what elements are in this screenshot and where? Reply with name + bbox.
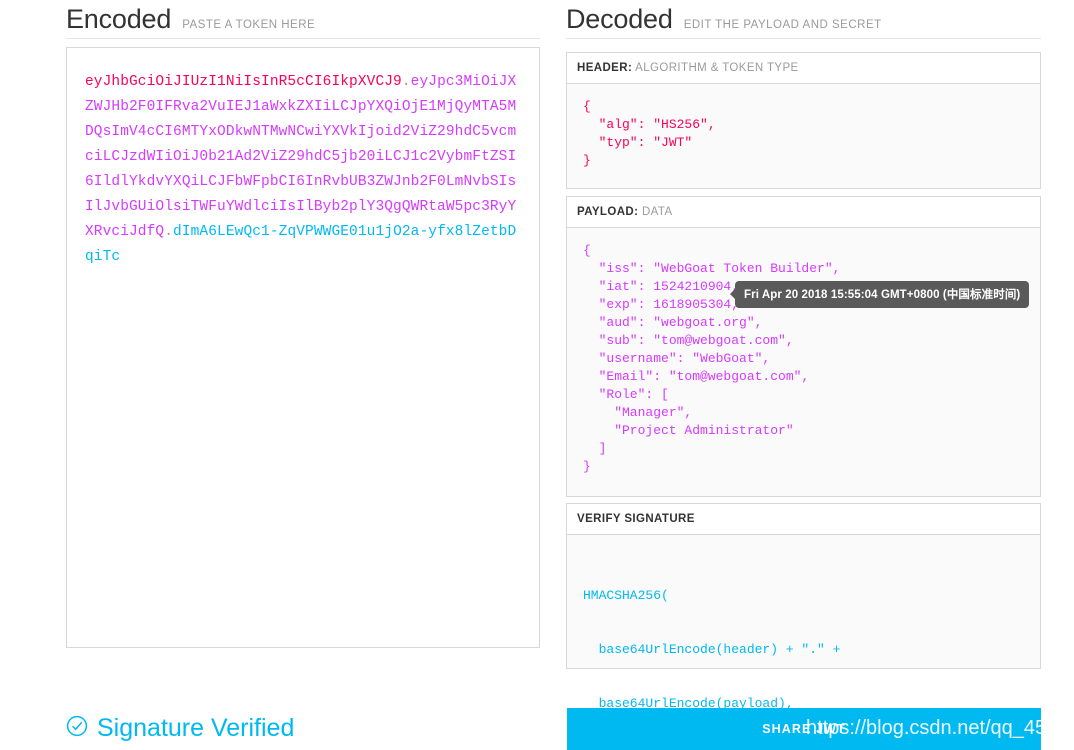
- encoded-title: Encoded: [66, 4, 172, 34]
- signature-panel-label: VERIFY SIGNATURE: [567, 504, 1040, 535]
- signature-panel-label-strong: VERIFY SIGNATURE: [577, 513, 695, 525]
- share-jwt-button[interactable]: SHARE JWT: [567, 708, 1041, 750]
- decoded-title: Decoded: [566, 4, 673, 34]
- header-panel-label-muted: ALGORITHM & TOKEN TYPE: [635, 62, 799, 74]
- signature-status-label: Signature Verified: [97, 714, 295, 742]
- signature-formula: HMACSHA256( base64UrlEncode(header) + ".…: [567, 535, 1040, 711]
- jwt-debugger-page: Encoded PASTE A TOKEN HERE Decoded EDIT …: [0, 0, 1074, 750]
- hmac-line-1: HMACSHA256(: [583, 588, 669, 603]
- signature-status: Signature Verified: [66, 714, 294, 743]
- payload-panel-label-muted: DATA: [641, 206, 673, 218]
- header-panel-label: HEADER: ALGORITHM & TOKEN TYPE: [567, 53, 1040, 84]
- verify-signature-panel: VERIFY SIGNATURE HMACSHA256( base64UrlEn…: [566, 503, 1041, 711]
- token-separator-2: .: [164, 224, 174, 240]
- payload-json-editor[interactable]: { "iss": "WebGoat Token Builder", "iat":…: [567, 228, 1040, 496]
- decoded-heading: Decoded EDIT THE PAYLOAD AND SECRET: [566, 4, 882, 35]
- encoded-token-text: eyJhbGciOiJIUzI1NiIsInR5cCI6IkpXVCJ9.eyJ…: [85, 70, 521, 270]
- token-payload-segment: eyJpc3MiOiJXZWJHb2F0IFRva2VuIEJ1aWxkZXIi…: [85, 74, 517, 240]
- check-circle-icon: [66, 715, 88, 742]
- decoded-subtitle: EDIT THE PAYLOAD AND SECRET: [683, 19, 882, 31]
- encoded-subtitle: PASTE A TOKEN HERE: [182, 19, 316, 31]
- payload-panel-label-strong: PAYLOAD:: [577, 206, 639, 218]
- encoded-heading: Encoded PASTE A TOKEN HERE: [66, 4, 315, 35]
- token-header-segment: eyJhbGciOiJIUzI1NiIsInR5cCI6IkpXVCJ9: [85, 74, 402, 90]
- iat-timestamp-tooltip: Fri Apr 20 2018 15:55:04 GMT+0800 (中国标准时…: [729, 281, 1030, 308]
- decoded-header-panel: HEADER: ALGORITHM & TOKEN TYPE { "alg": …: [566, 52, 1041, 189]
- token-separator-1: .: [401, 74, 411, 90]
- encoded-divider: [66, 38, 540, 39]
- decoded-divider: [566, 38, 1041, 39]
- encoded-token-input[interactable]: eyJhbGciOiJIUzI1NiIsInR5cCI6IkpXVCJ9.eyJ…: [66, 47, 540, 648]
- hmac-line-2: base64UrlEncode(header) + "." +: [583, 642, 841, 657]
- decoded-payload-panel: PAYLOAD: DATA { "iss": "WebGoat Token Bu…: [566, 196, 1041, 497]
- header-json-editor[interactable]: { "alg": "HS256", "typ": "JWT" }: [567, 84, 1040, 188]
- payload-panel-label: PAYLOAD: DATA: [567, 197, 1040, 228]
- header-panel-label-strong: HEADER:: [577, 62, 633, 74]
